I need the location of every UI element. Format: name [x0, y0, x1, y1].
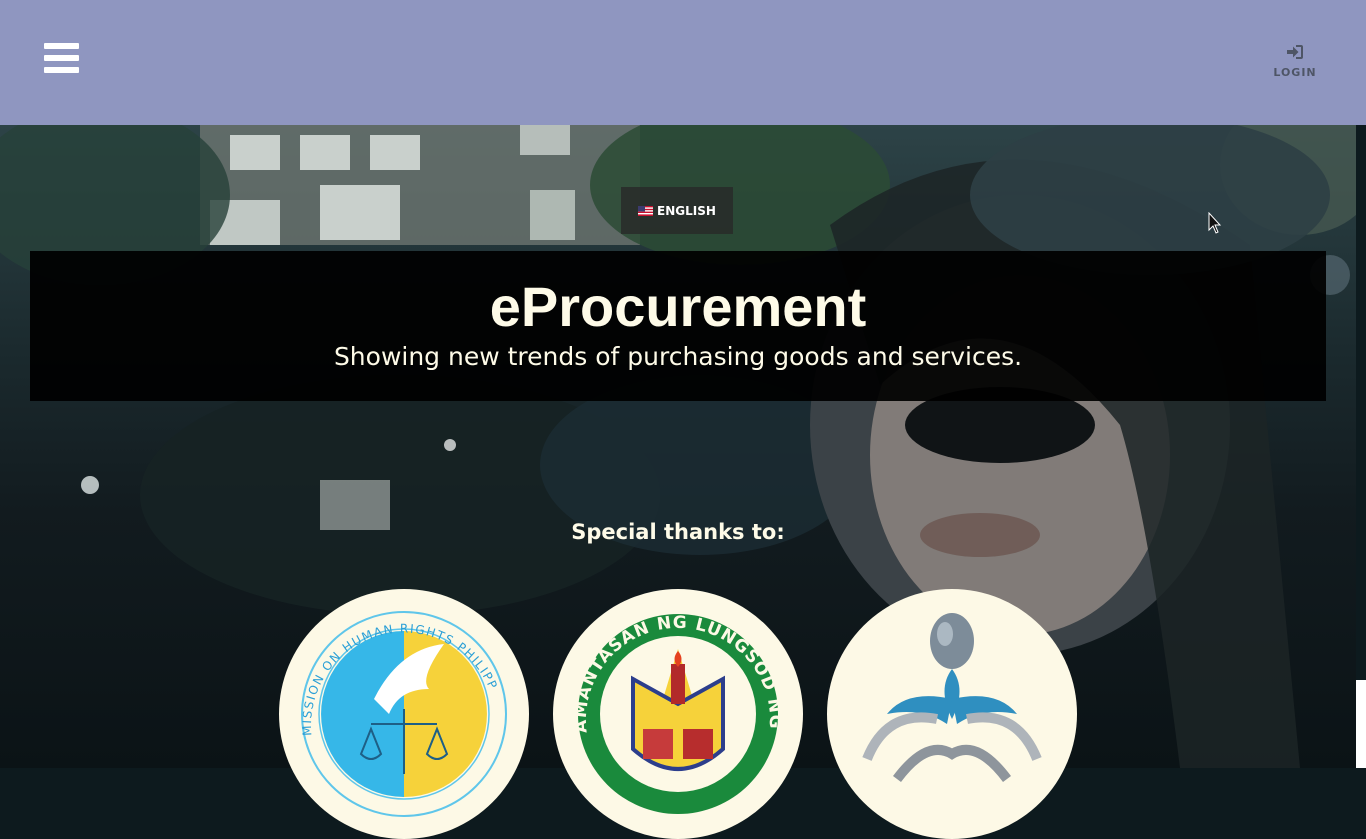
human-rights-commission-logo[interactable]: MISSION ON HUMAN RIGHTS PHILIPP [279, 589, 529, 839]
special-thanks-heading: Special thanks to: [571, 520, 785, 544]
sign-in-icon [1287, 45, 1303, 59]
language-selector[interactable]: ENGLISH [621, 187, 733, 234]
hamburger-menu-icon[interactable] [44, 43, 80, 75]
page-title: eProcurement [489, 275, 867, 338]
scrollbar-strip [1356, 680, 1366, 768]
language-label: ENGLISH [657, 203, 716, 218]
us-flag-icon [638, 205, 654, 216]
chain-figure-logo[interactable] [827, 589, 1077, 839]
top-navbar: LOGIN [0, 0, 1366, 125]
pamantasan-lungsod-logo[interactable]: AMANTASAN NG LUNGSOD NG PAS [553, 589, 803, 839]
hero-title-band: eProcurement Showing new trends of purch… [30, 251, 1326, 401]
login-label: LOGIN [1273, 66, 1317, 79]
login-button[interactable]: LOGIN [1264, 44, 1326, 88]
page-subtitle: Showing new trends of purchasing goods a… [333, 342, 1023, 371]
mouse-cursor-icon [1208, 212, 1222, 234]
